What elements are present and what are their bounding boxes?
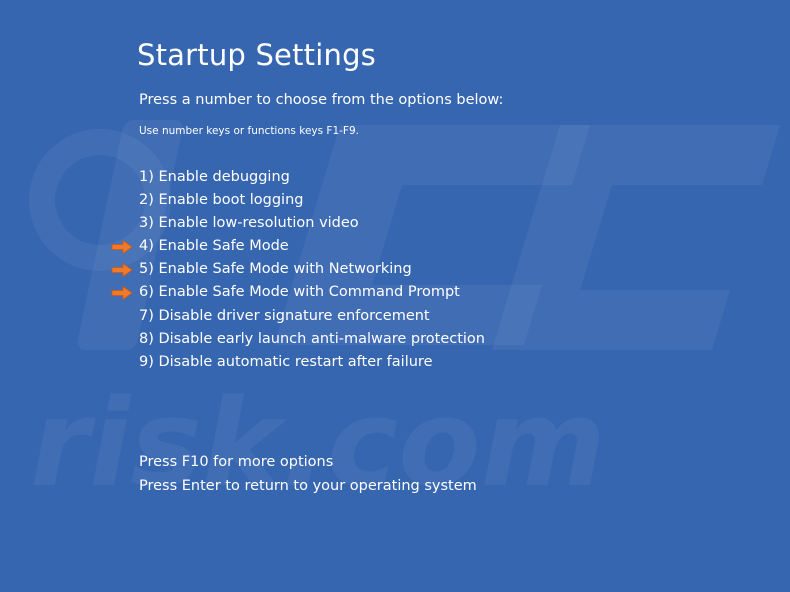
option-enable-debugging[interactable]: 1) Enable debugging xyxy=(139,166,485,189)
footer-instructions: Press F10 for more options Press Enter t… xyxy=(139,451,477,498)
option-label: 4) Enable Safe Mode xyxy=(139,238,289,255)
more-options-hint[interactable]: Press F10 for more options xyxy=(139,451,477,475)
option-label: 9) Disable automatic restart after failu… xyxy=(139,353,433,370)
startup-settings-screen: risk.com Startup Settings Press a number… xyxy=(0,0,790,592)
option-label: 6) Enable Safe Mode with Command Prompt xyxy=(139,284,460,301)
option-enable-low-resolution-video[interactable]: 3) Enable low-resolution video xyxy=(139,212,485,235)
startup-options-list: 1) Enable debugging 2) Enable boot loggi… xyxy=(111,166,485,374)
return-to-os-hint[interactable]: Press Enter to return to your operating … xyxy=(139,475,477,499)
option-label: 1) Enable debugging xyxy=(139,169,290,185)
option-enable-boot-logging[interactable]: 2) Enable boot logging xyxy=(139,189,485,212)
option-enable-safe-mode-command-prompt[interactable]: 6) Enable Safe Mode with Command Prompt xyxy=(111,281,485,304)
option-enable-safe-mode-networking[interactable]: 5) Enable Safe Mode with Networking xyxy=(111,258,485,281)
right-arrow-icon xyxy=(111,286,133,301)
option-enable-safe-mode[interactable]: 4) Enable Safe Mode xyxy=(111,235,485,258)
option-label: 2) Enable boot logging xyxy=(139,192,304,209)
right-arrow-icon xyxy=(111,263,133,278)
right-arrow-icon xyxy=(111,240,133,255)
option-label: 8) Disable early launch anti-malware pro… xyxy=(139,330,485,347)
page-title: Startup Settings xyxy=(137,38,376,72)
instructions-text: Press a number to choose from the option… xyxy=(139,92,504,108)
option-disable-early-launch-antimalware[interactable]: 8) Disable early launch anti-malware pro… xyxy=(139,328,485,351)
option-label: 3) Enable low-resolution video xyxy=(139,215,359,232)
option-label: 5) Enable Safe Mode with Networking xyxy=(139,261,412,278)
option-label: 7) Disable driver signature enforcement xyxy=(139,307,430,324)
keys-hint: Use number keys or functions keys F1-F9. xyxy=(139,125,359,137)
option-disable-auto-restart[interactable]: 9) Disable automatic restart after failu… xyxy=(139,351,485,374)
option-disable-driver-signature[interactable]: 7) Disable driver signature enforcement xyxy=(139,305,485,328)
